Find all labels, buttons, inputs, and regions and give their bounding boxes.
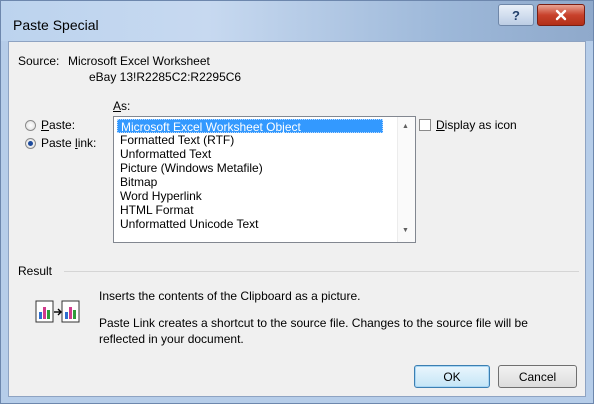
scroll-down-icon[interactable]: ▼ bbox=[402, 227, 409, 234]
display-as-icon-label[interactable]: Display as icon bbox=[436, 118, 517, 132]
help-button[interactable]: ? bbox=[498, 4, 534, 26]
list-item-picture[interactable]: Picture (Windows Metafile) bbox=[117, 161, 266, 175]
paste-link-radio[interactable] bbox=[25, 138, 36, 149]
source-name: Microsoft Excel Worksheet bbox=[68, 54, 210, 68]
result-label: Result bbox=[18, 264, 53, 278]
as-format-list[interactable]: Microsoft Excel Worksheet Object Formatt… bbox=[113, 116, 416, 243]
paste-radio[interactable] bbox=[25, 120, 36, 131]
list-item-unformatted-text[interactable]: Unformatted Text bbox=[117, 147, 214, 161]
result-link-note: Paste Link creates a shortcut to the sou… bbox=[99, 316, 528, 330]
close-button[interactable] bbox=[537, 4, 585, 26]
paste-link-radio-label[interactable]: Paste link: bbox=[41, 136, 96, 150]
result-description: Inserts the contents of the Clipboard as… bbox=[99, 289, 361, 303]
source-label: Source: bbox=[18, 54, 60, 68]
list-item-bitmap[interactable]: Bitmap bbox=[117, 175, 160, 189]
list-item-html-format[interactable]: HTML Format bbox=[117, 203, 197, 217]
as-label: As: bbox=[113, 99, 131, 113]
scroll-up-icon[interactable]: ▲ bbox=[402, 123, 409, 130]
result-divider bbox=[64, 271, 579, 272]
list-item-rtf[interactable]: Formatted Text (RTF) bbox=[117, 133, 237, 147]
paste-special-window: Paste Special ? Source: Microsoft Excel … bbox=[0, 0, 594, 404]
paste-radio-label[interactable]: Paste: bbox=[41, 118, 75, 132]
result-link-note-cont: reflected in your document. bbox=[99, 332, 244, 346]
dialog-body: Source: Microsoft Excel Worksheet eBay 1… bbox=[8, 41, 586, 397]
paste-link-picture-icon bbox=[35, 300, 80, 323]
source-range: eBay 13!R2285C2:R2295C6 bbox=[89, 70, 242, 84]
cancel-button[interactable]: Cancel bbox=[498, 365, 577, 388]
question-mark-icon: ? bbox=[512, 7, 520, 23]
list-item-excel-object[interactable]: Microsoft Excel Worksheet Object bbox=[117, 119, 383, 134]
ok-button[interactable]: OK bbox=[414, 365, 490, 388]
list-item-unicode-text[interactable]: Unformatted Unicode Text bbox=[117, 217, 262, 231]
window-title: Paste Special bbox=[13, 17, 99, 33]
list-scrollbar[interactable]: ▲ ▼ bbox=[397, 117, 415, 242]
list-item-word-hyperlink[interactable]: Word Hyperlink bbox=[117, 189, 205, 203]
title-bar: Paste Special ? bbox=[1, 1, 593, 41]
display-as-icon-checkbox[interactable] bbox=[419, 119, 431, 131]
close-icon bbox=[555, 9, 567, 21]
